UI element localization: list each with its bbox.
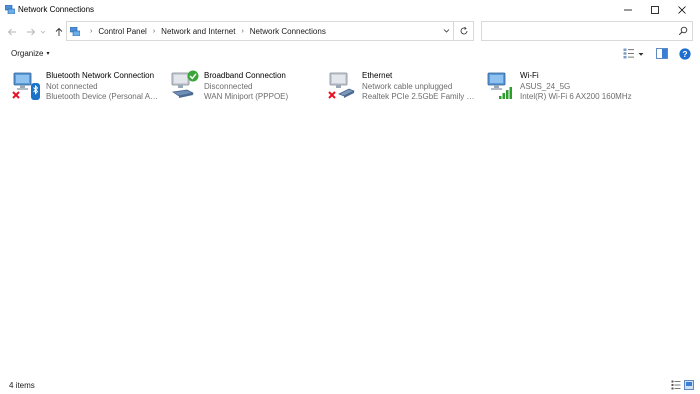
search-input[interactable] bbox=[481, 21, 693, 41]
svg-text:?: ? bbox=[682, 49, 687, 59]
status-bar: 4 items bbox=[0, 375, 700, 394]
up-button[interactable] bbox=[52, 25, 66, 39]
change-view-icon[interactable] bbox=[623, 48, 635, 59]
maximize-icon bbox=[651, 6, 659, 14]
connection-name: Broadband Connection bbox=[204, 71, 286, 80]
up-arrow-icon bbox=[55, 27, 63, 36]
connection-name: Ethernet bbox=[362, 71, 393, 80]
connection-item-wifi[interactable]: Wi-Fi ASUS_24_5G Intel(R) Wi-Fi 6 AX200 … bbox=[476, 67, 634, 105]
connection-text: Ethernet Network cable unplugged Realtek… bbox=[362, 71, 476, 103]
maximize-button[interactable] bbox=[641, 0, 669, 20]
breadcrumb-separator-icon[interactable]: › bbox=[241, 28, 243, 35]
view-options-chevron-icon[interactable] bbox=[638, 52, 644, 57]
refresh-icon bbox=[460, 26, 467, 35]
wifi-icon bbox=[487, 72, 512, 99]
command-bar: Organize ▾ ? bbox=[0, 44, 700, 64]
back-arrow-icon bbox=[7, 28, 16, 36]
bluetooth-network-icon bbox=[12, 72, 40, 100]
breadcrumb-separator-icon[interactable]: › bbox=[153, 28, 155, 35]
connection-device: Bluetooth Device (Personal Area ... bbox=[46, 92, 160, 101]
control-panel-icon bbox=[70, 27, 80, 36]
connection-status: ASUS_24_5G bbox=[520, 81, 571, 91]
breadcrumb-separator-icon[interactable]: › bbox=[90, 28, 92, 35]
connection-item-ethernet[interactable]: Ethernet Network cable unplugged Realtek… bbox=[318, 67, 476, 105]
minimize-icon bbox=[624, 9, 632, 11]
chevron-down-icon: ▾ bbox=[46, 51, 50, 57]
address-dropdown-button[interactable] bbox=[439, 22, 453, 40]
address-bar[interactable]: › Control Panel › Network and Internet ›… bbox=[66, 21, 454, 41]
breadcrumb-control-panel[interactable]: Control Panel bbox=[98, 27, 146, 36]
title-bar: Network Connections bbox=[0, 0, 700, 20]
item-count: 4 items bbox=[9, 381, 35, 390]
connection-device: WAN Miniport (PPPOE) bbox=[204, 92, 289, 101]
chevron-down-icon bbox=[443, 29, 449, 33]
forward-button[interactable] bbox=[24, 25, 38, 39]
close-icon bbox=[678, 6, 686, 14]
connection-text: Broadband Connection Disconnected WAN Mi… bbox=[204, 71, 318, 103]
connection-status: Not connected bbox=[46, 81, 98, 91]
forward-arrow-icon bbox=[27, 28, 36, 36]
connection-status: Network cable unplugged bbox=[362, 81, 453, 91]
window-title: Network Connections bbox=[18, 5, 95, 14]
connection-item-bluetooth[interactable]: Bluetooth Network Connection Not connect… bbox=[2, 67, 160, 105]
organize-label: Organize bbox=[11, 49, 44, 58]
connection-item-broadband[interactable]: Broadband Connection Disconnected WAN Mi… bbox=[160, 67, 318, 105]
connection-name: Bluetooth Network Connection bbox=[46, 71, 155, 80]
close-button[interactable] bbox=[668, 0, 696, 20]
large-icons-view-icon[interactable] bbox=[684, 380, 694, 390]
connection-text: Wi-Fi ASUS_24_5G Intel(R) Wi-Fi 6 AX200 … bbox=[520, 71, 634, 103]
connection-device: Intel(R) Wi-Fi 6 AX200 160MHz bbox=[520, 92, 632, 101]
chevron-down-icon bbox=[40, 30, 46, 34]
breadcrumb-network-and-internet[interactable]: Network and Internet bbox=[161, 27, 235, 36]
connection-name: Wi-Fi bbox=[520, 71, 539, 80]
network-connections-app-icon bbox=[5, 5, 15, 14]
ethernet-icon bbox=[328, 72, 355, 99]
connection-device: Realtek PCIe 2.5GbE Family Contr... bbox=[362, 92, 476, 101]
breadcrumb-network-connections[interactable]: Network Connections bbox=[250, 27, 326, 36]
help-icon[interactable]: ? bbox=[679, 48, 691, 60]
details-view-icon[interactable] bbox=[671, 380, 681, 390]
connections-list: Bluetooth Network Connection Not connect… bbox=[0, 64, 700, 375]
recent-locations-button[interactable] bbox=[38, 25, 48, 39]
connection-text: Bluetooth Network Connection Not connect… bbox=[46, 71, 160, 103]
breadcrumb: › Control Panel › Network and Internet ›… bbox=[84, 22, 326, 40]
back-button[interactable] bbox=[5, 25, 19, 39]
refresh-button[interactable] bbox=[454, 21, 474, 41]
search-icon bbox=[678, 26, 688, 36]
organize-button[interactable]: Organize ▾ bbox=[11, 49, 49, 58]
preview-pane-icon[interactable] bbox=[656, 48, 668, 59]
connection-status: Disconnected bbox=[204, 81, 253, 91]
broadband-modem-icon bbox=[171, 70, 199, 98]
minimize-button[interactable] bbox=[614, 0, 642, 20]
